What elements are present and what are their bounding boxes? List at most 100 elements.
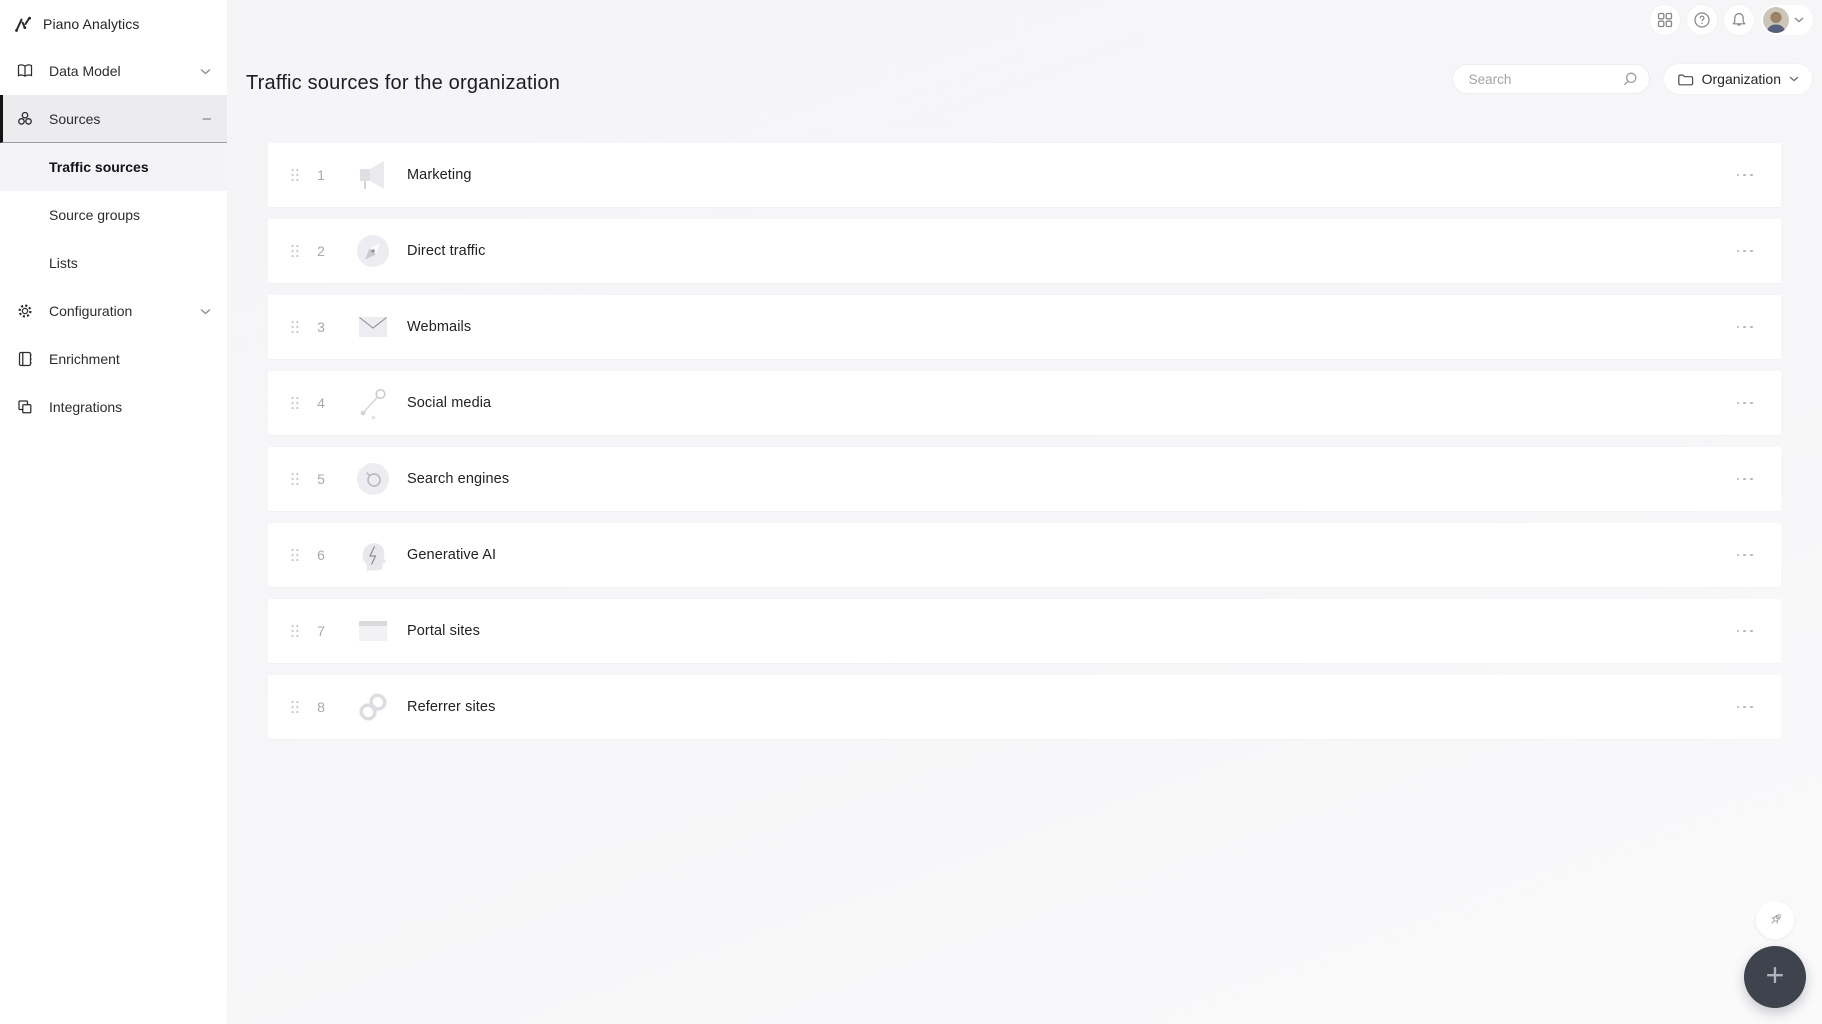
source-label: Referrer sites (407, 699, 496, 715)
sidebar-item-label: Data Model (49, 63, 121, 79)
row-menu-button[interactable] (1735, 168, 1755, 183)
source-label: Search engines (407, 471, 510, 487)
chevron-down-icon (1794, 17, 1804, 23)
avatar (1763, 7, 1789, 33)
sidebar-item-label: Enrichment (49, 351, 120, 367)
table-row[interactable]: 7 Portal sites (268, 599, 1781, 663)
sidebar-item-traffic-sources[interactable]: Traffic sources (0, 143, 227, 191)
row-menu-button[interactable] (1735, 244, 1755, 259)
source-label: Direct traffic (407, 243, 486, 259)
topbar (1650, 5, 1813, 35)
table-row[interactable]: 1 Marketing (268, 143, 1781, 207)
table-row[interactable]: 4 Social media (268, 371, 1781, 435)
gear-icon (15, 302, 34, 321)
share-nodes-icon (353, 383, 393, 423)
rocket-button[interactable] (1756, 901, 1794, 939)
table-row[interactable]: 5 Search engines (268, 447, 1781, 511)
page-title: Traffic sources for the organization (246, 72, 561, 94)
sidebar-subitem-label: Lists (49, 255, 78, 271)
table-row[interactable]: 8 Referrer sites (268, 675, 1781, 739)
drag-handle-icon[interactable] (290, 319, 300, 335)
notifications-button[interactable] (1724, 5, 1754, 35)
header-controls: Organization (1451, 64, 1812, 94)
drag-handle-icon[interactable] (290, 395, 300, 411)
row-index: 4 (317, 395, 325, 411)
overlap-squares-icon (15, 398, 34, 417)
row-menu-button[interactable] (1735, 700, 1755, 715)
row-menu-button[interactable] (1735, 396, 1755, 411)
source-label: Generative AI (407, 547, 497, 563)
drag-handle-icon[interactable] (290, 471, 300, 487)
row-index: 6 (317, 547, 325, 563)
sidebar-item-integrations[interactable]: Integrations (0, 383, 227, 431)
search-icon[interactable] (1622, 71, 1638, 87)
search-input[interactable] (1468, 71, 1622, 87)
source-label: Webmails (407, 319, 472, 335)
cluster-icon (15, 109, 34, 128)
help-icon (1693, 11, 1711, 29)
row-menu-button[interactable] (1735, 624, 1755, 639)
drag-handle-icon[interactable] (290, 699, 300, 715)
sidebar-subitem-label: Traffic sources (49, 159, 149, 175)
ai-head-icon (353, 535, 393, 575)
row-index: 1 (317, 167, 325, 183)
sidebar-subitem-label: Source groups (49, 207, 141, 223)
sidebar-item-enrichment[interactable]: Enrichment (0, 335, 227, 383)
app-root: Piano Analytics Data Model Sources – Tra… (0, 0, 1822, 1024)
source-label: Social media (407, 395, 492, 411)
row-menu-button[interactable] (1735, 472, 1755, 487)
folder-icon (1677, 72, 1694, 87)
sidebar-item-source-groups[interactable]: Source groups (0, 191, 227, 239)
add-button[interactable]: + (1744, 946, 1806, 1008)
sidebar: Piano Analytics Data Model Sources – Tra… (0, 0, 227, 1024)
browser-window-icon (353, 611, 393, 651)
scope-label: Organization (1701, 71, 1781, 87)
user-menu[interactable] (1761, 5, 1813, 35)
chevron-down-icon (200, 308, 211, 315)
row-index: 8 (317, 699, 325, 715)
drag-handle-icon[interactable] (290, 623, 300, 639)
source-label: Marketing (407, 167, 472, 183)
drag-handle-icon[interactable] (290, 167, 300, 183)
notebook-icon (15, 350, 34, 369)
apps-grid-button[interactable] (1650, 5, 1680, 35)
envelope-icon (353, 307, 393, 347)
sidebar-item-label: Integrations (49, 399, 123, 415)
sidebar-item-label: Sources (49, 110, 101, 127)
brand[interactable]: Piano Analytics (0, 0, 227, 47)
table-row[interactable]: 6 Generative AI (268, 523, 1781, 587)
row-index: 5 (317, 471, 325, 487)
sidebar-item-sources[interactable]: Sources – (0, 95, 227, 143)
row-index: 2 (317, 243, 325, 259)
bell-icon (1730, 11, 1748, 29)
source-label: Portal sites (407, 623, 480, 639)
row-menu-button[interactable] (1735, 320, 1755, 335)
link-icon (353, 687, 393, 727)
drag-handle-icon[interactable] (290, 547, 300, 563)
collapse-minus-icon[interactable]: – (203, 110, 211, 127)
book-icon (15, 62, 34, 81)
sidebar-item-label: Configuration (49, 303, 133, 319)
compass-icon (353, 231, 393, 271)
piano-analytics-logo-icon (12, 13, 34, 35)
row-index: 3 (317, 319, 325, 335)
rocket-icon (1763, 908, 1787, 932)
traffic-sources-list: 1 Marketing 2 Direct traffic 3 Webmails … (268, 143, 1781, 751)
table-row[interactable]: 3 Webmails (268, 295, 1781, 359)
table-row[interactable]: 2 Direct traffic (268, 219, 1781, 283)
plus-icon: + (1765, 957, 1785, 993)
help-button[interactable] (1687, 5, 1717, 35)
sidebar-item-data-model[interactable]: Data Model (0, 47, 227, 95)
brand-name: Piano Analytics (43, 15, 140, 32)
drag-handle-icon[interactable] (290, 243, 300, 259)
chevron-down-icon (1789, 76, 1799, 82)
magnifier-icon (353, 459, 393, 499)
sidebar-item-configuration[interactable]: Configuration (0, 287, 227, 335)
sidebar-item-lists[interactable]: Lists (0, 239, 227, 287)
row-menu-button[interactable] (1735, 548, 1755, 563)
chevron-down-icon (200, 68, 211, 75)
apps-grid-icon (1657, 12, 1673, 28)
row-index: 7 (317, 623, 325, 639)
search-bar[interactable] (1451, 64, 1650, 94)
scope-selector[interactable]: Organization (1663, 64, 1812, 94)
